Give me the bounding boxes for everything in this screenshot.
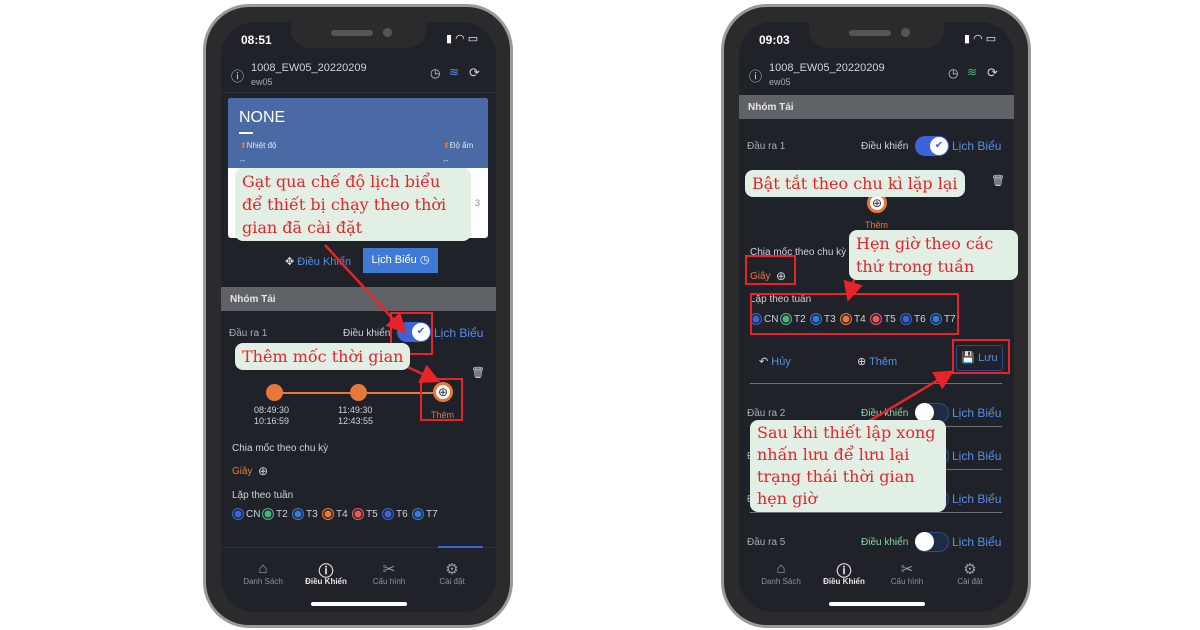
callout-weekdays: Hẹn giờ theo các thứ trong tuần bbox=[849, 230, 1018, 280]
highlight-unit bbox=[745, 255, 796, 285]
highlight-add bbox=[420, 378, 463, 421]
highlight-days bbox=[750, 293, 959, 335]
callout-save: Sau khi thiết lập xong nhấn lưu để lưu l… bbox=[750, 420, 946, 512]
callout-cycle: Bật tắt theo chu kì lặp lại bbox=[745, 170, 965, 197]
arrow bbox=[865, 370, 955, 425]
callout-add-timepoint: Thêm mốc thời gian bbox=[235, 343, 411, 370]
callout-schedule-mode: Gạt qua chế độ lịch biểu để thiết bị chạ… bbox=[235, 168, 471, 241]
highlight-save bbox=[952, 339, 1010, 374]
annotation-arrows bbox=[324, 244, 955, 425]
